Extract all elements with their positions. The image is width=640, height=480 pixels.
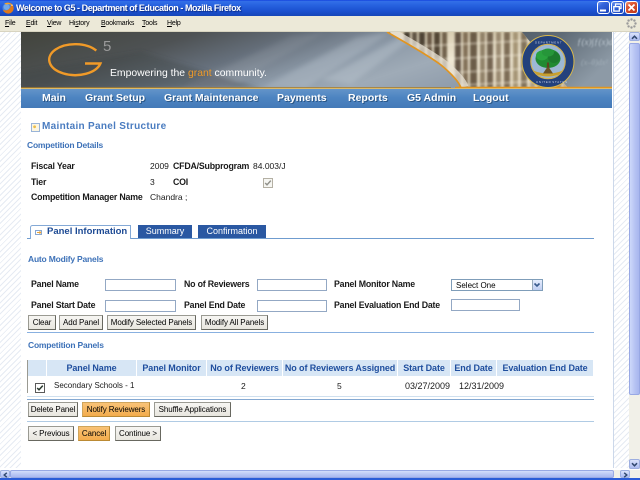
svg-text:U N I T E D S T A T E S: U N I T E D S T A T E S bbox=[536, 80, 567, 84]
svg-text:ƒ(x)∫ƒ(x)dx: ƒ(x)∫ƒ(x)dx bbox=[577, 37, 612, 48]
svg-text:Empowering the grant community: Empowering the grant community. bbox=[110, 68, 267, 79]
svg-text:D E P A R T M E N T: D E P A R T M E N T bbox=[535, 41, 562, 45]
svg-text:(x–θ)dx²: (x–θ)dx² bbox=[581, 58, 608, 67]
svg-text:5: 5 bbox=[103, 38, 111, 55]
